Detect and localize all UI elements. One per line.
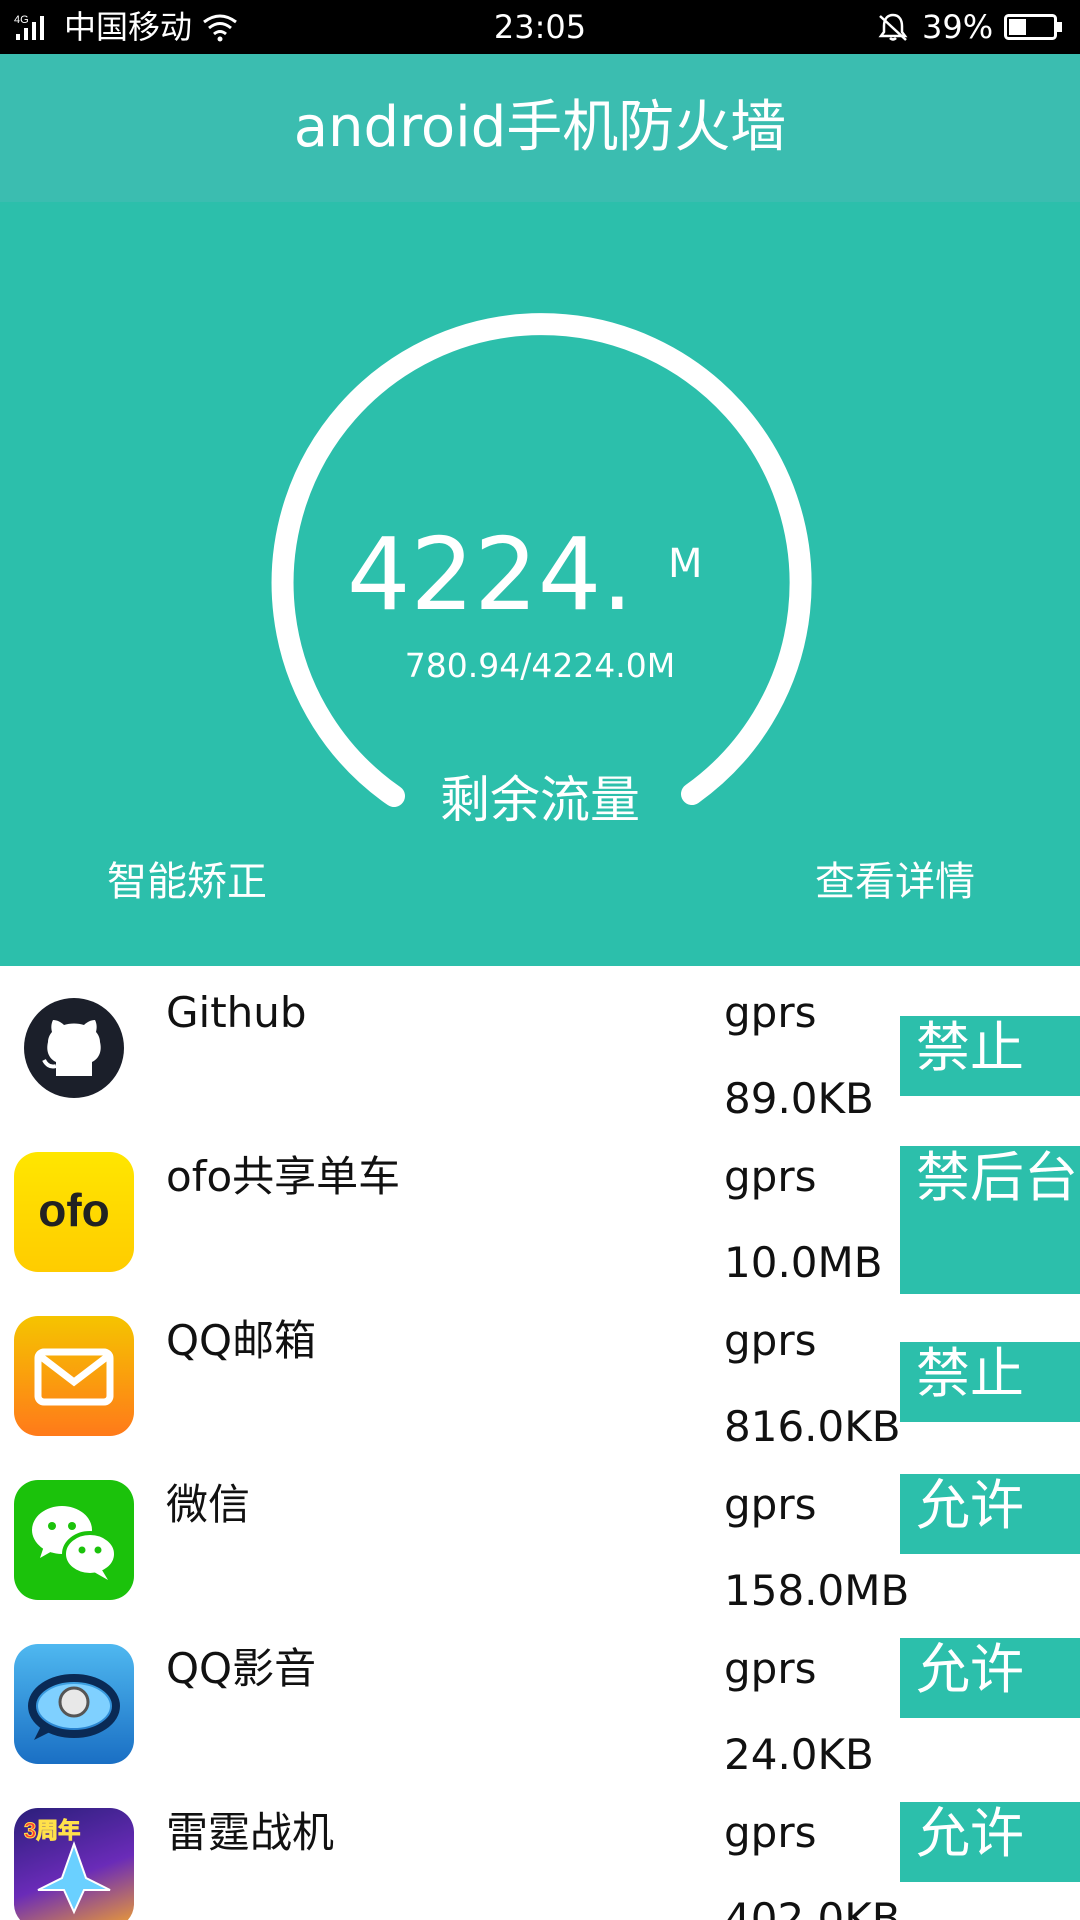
- app-name: 雷霆战机: [166, 1808, 335, 1857]
- app-bar: android手机防火墙: [0, 54, 1080, 202]
- thunder-fighter-icon: 3周年: [14, 1808, 134, 1920]
- remaining-traffic-unit: M: [668, 541, 703, 587]
- traffic-amount: 24.0KB: [724, 1730, 874, 1779]
- network-type: gprs: [724, 1152, 817, 1201]
- ofo-logo-text: ofo: [38, 1184, 110, 1236]
- traffic-usage-text: 780.94/4224.0M: [404, 646, 676, 685]
- remaining-traffic-label: 剩余流量: [440, 771, 640, 829]
- remaining-traffic-value: 4224.: [346, 516, 634, 633]
- network-action-button[interactable]: 禁后台: [900, 1146, 1080, 1294]
- network-type: gprs: [724, 1480, 817, 1529]
- smart-correct-button[interactable]: 智能矫正: [92, 854, 282, 910]
- app-name: QQ影音: [166, 1644, 317, 1693]
- ofo-icon: ofo: [14, 1152, 134, 1272]
- network-action-button[interactable]: 允许: [900, 1474, 1080, 1554]
- wechat-icon: [14, 1480, 134, 1600]
- app-list-item: 微信 gprs 158.0MB 允许: [0, 1458, 1080, 1622]
- traffic-amount: 10.0MB: [724, 1238, 883, 1287]
- view-details-button[interactable]: 查看详情: [800, 854, 990, 910]
- status-bar: 4G 中国移动 23:05 39%: [0, 0, 1080, 54]
- app-list-item: 3周年 雷霆战机 gprs 402.0KB 允许: [0, 1786, 1080, 1920]
- network-type: gprs: [724, 1316, 817, 1365]
- traffic-amount: 402.0KB: [724, 1894, 901, 1920]
- network-action-button[interactable]: 禁止: [900, 1342, 1080, 1422]
- traffic-amount: 158.0MB: [724, 1566, 910, 1615]
- qq-mail-icon: [14, 1316, 134, 1436]
- app-list-item: QQ影音 gprs 24.0KB 允许: [0, 1622, 1080, 1786]
- qq-player-icon: [14, 1644, 134, 1764]
- silent-bell-icon: [878, 13, 908, 41]
- anniversary-badge-text: 3周年: [24, 1818, 80, 1843]
- network-type: gprs: [724, 1644, 817, 1693]
- app-title: android手机防火墙: [293, 95, 787, 160]
- traffic-amount: 816.0KB: [724, 1402, 901, 1451]
- network-action-button[interactable]: 允许: [900, 1802, 1080, 1882]
- network-action-button[interactable]: 允许: [900, 1638, 1080, 1718]
- app-name: ofo共享单车: [166, 1152, 401, 1201]
- battery-icon: [1004, 14, 1062, 40]
- traffic-gauge-panel: 4224. M 780.94/4224.0M 剩余流量 智能矫正 查看详情: [0, 202, 1080, 966]
- battery-percentage: 39%: [922, 8, 994, 46]
- network-action-button[interactable]: 禁止: [900, 1016, 1080, 1096]
- app-list-item: QQ邮箱 gprs 816.0KB 禁止: [0, 1294, 1080, 1458]
- app-list-item: Github gprs 89.0KB 禁止: [0, 966, 1080, 1130]
- app-list: Github gprs 89.0KB 禁止 ofo ofo共享单车 gprs 1…: [0, 966, 1080, 1920]
- clock: 23:05: [493, 8, 587, 46]
- app-name: 微信: [166, 1480, 251, 1529]
- network-type: gprs: [724, 1808, 817, 1857]
- app-name: QQ邮箱: [166, 1316, 317, 1365]
- network-type: gprs: [724, 988, 817, 1037]
- github-icon: [14, 988, 134, 1108]
- app-list-item: ofo ofo共享单车 gprs 10.0MB 禁后台: [0, 1130, 1080, 1294]
- app-name: Github: [166, 988, 307, 1037]
- traffic-amount: 89.0KB: [724, 1074, 874, 1123]
